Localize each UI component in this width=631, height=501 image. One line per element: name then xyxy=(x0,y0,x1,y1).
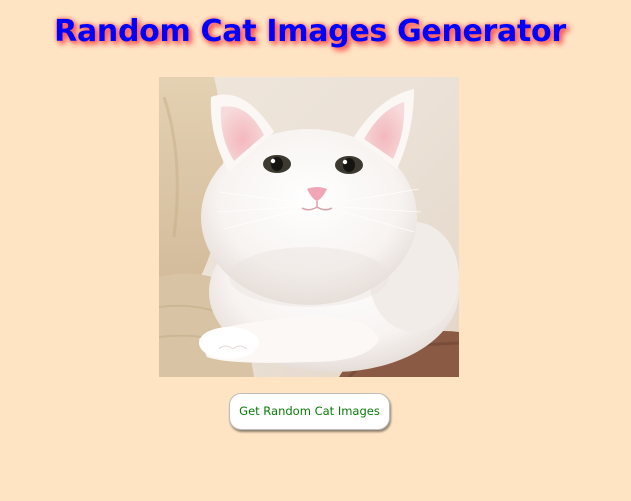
page-title: Random Cat Images Generator xyxy=(54,14,566,49)
get-random-cat-images-button[interactable]: Get Random Cat Images xyxy=(229,393,390,430)
cat-image xyxy=(159,77,459,377)
